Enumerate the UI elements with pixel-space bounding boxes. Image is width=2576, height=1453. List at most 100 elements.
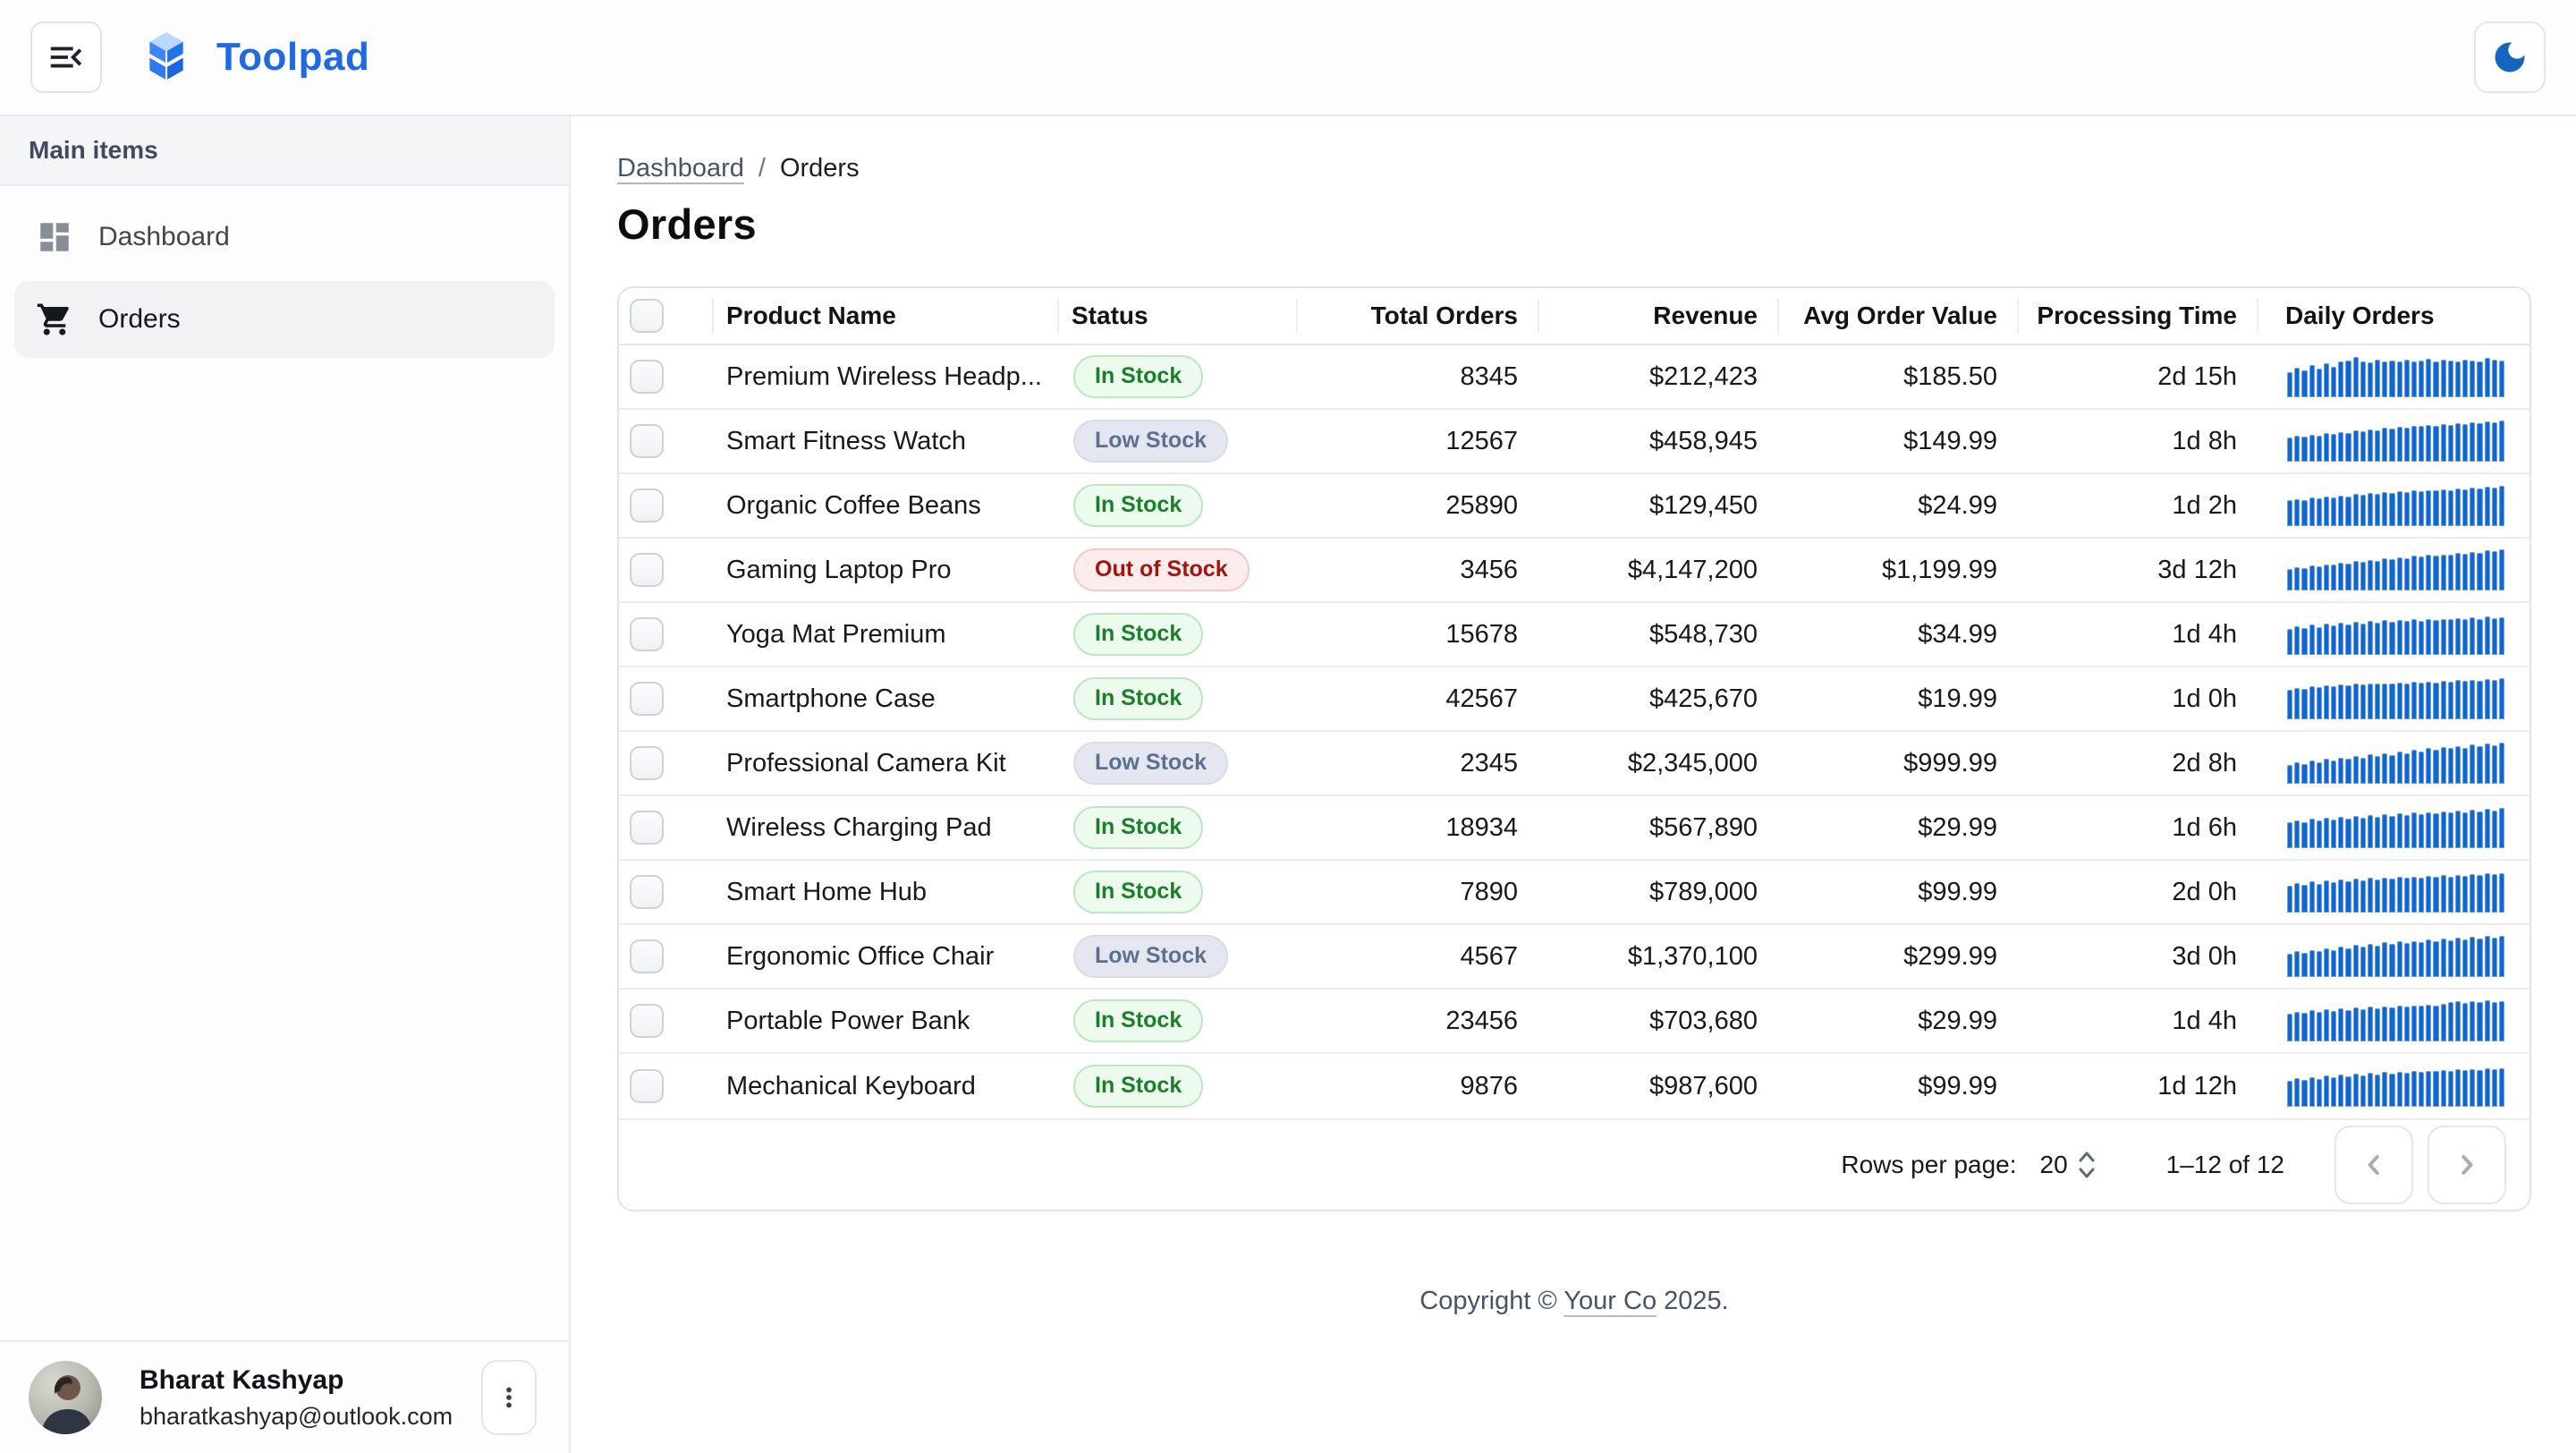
row-checkbox-cell — [619, 875, 712, 909]
sparkline-bar — [2353, 879, 2359, 913]
sparkline-bar — [2404, 815, 2410, 848]
company-link[interactable]: Your Co — [1563, 1287, 1657, 1315]
sparkline-bar — [2455, 811, 2461, 848]
table-row[interactable]: Smartphone CaseIn Stock42567$425,670$19.… — [619, 667, 2529, 732]
sparkline-bar — [2382, 558, 2387, 591]
sparkline-bar — [2324, 433, 2329, 462]
sparkline-bar — [2448, 619, 2453, 655]
table-row[interactable]: Mechanical KeyboardIn Stock9876$987,600$… — [619, 1054, 2529, 1118]
sparkline-bar — [2411, 619, 2417, 655]
sparkline-bar — [2462, 554, 2468, 591]
sparkline-bar — [2492, 745, 2497, 784]
cell-processing-time: 1d 4h — [2017, 620, 2257, 650]
table-row[interactable]: Smart Fitness WatchLow Stock12567$458,94… — [619, 410, 2529, 474]
sparkline-bar — [2324, 565, 2329, 591]
sparkline-bar — [2441, 424, 2446, 462]
sparkline-bar — [2477, 619, 2482, 655]
row-checkbox[interactable] — [630, 875, 664, 909]
table-row[interactable]: Portable Power BankIn Stock23456$703,680… — [619, 990, 2529, 1054]
row-checkbox[interactable] — [630, 617, 664, 651]
cell-avg-order-value: $99.99 — [1777, 878, 2017, 907]
row-checkbox[interactable] — [630, 1069, 664, 1103]
sidebar-item-orders[interactable]: Orders — [14, 281, 555, 358]
sparkline-bar — [2441, 939, 2446, 977]
cell-avg-order-value: $29.99 — [1777, 1007, 2017, 1036]
row-checkbox[interactable] — [630, 939, 664, 973]
table-row[interactable]: Wireless Charging PadIn Stock18934$567,8… — [619, 796, 2529, 861]
cell-processing-time: 3d 12h — [2017, 556, 2257, 585]
sparkline-bar — [2309, 625, 2315, 655]
theme-toggle-button[interactable] — [2474, 21, 2546, 93]
daily-orders-sparkline — [2287, 356, 2504, 397]
sparkline-bar — [2360, 1075, 2366, 1107]
sparkline-bar — [2382, 620, 2387, 655]
row-checkbox-cell — [619, 489, 712, 523]
sparkline-bar — [2492, 551, 2497, 591]
cell-revenue: $4,147,200 — [1538, 556, 1777, 585]
row-checkbox[interactable] — [630, 746, 664, 780]
sparkline-bar — [2419, 621, 2424, 655]
sparkline-bar — [2499, 361, 2504, 397]
previous-page-button[interactable] — [2334, 1126, 2413, 1204]
chevron-left-icon — [2358, 1149, 2390, 1181]
table-row[interactable]: Professional Camera KitLow Stock2345$2,3… — [619, 732, 2529, 796]
sparkline-bar — [2301, 568, 2307, 591]
sparkline-bar — [2433, 941, 2438, 977]
sparkline-bar — [2419, 491, 2424, 526]
row-checkbox[interactable] — [630, 553, 664, 587]
sparkline-bar — [2492, 488, 2497, 526]
sparkline-bar — [2309, 435, 2315, 462]
sparkline-bar — [2301, 370, 2307, 397]
sparkline-bar — [2419, 1072, 2424, 1107]
sparkline-bar — [2426, 1071, 2431, 1107]
column-header-avg-order-value[interactable]: Avg Order Value — [1777, 288, 2017, 344]
sparkline-bar — [2397, 1072, 2402, 1107]
column-header-status[interactable]: Status — [1057, 288, 1296, 344]
cell-total-orders: 25890 — [1296, 491, 1538, 521]
cell-product-name: Wireless Charging Pad — [712, 813, 1057, 843]
sparkline-bar — [2477, 1070, 2482, 1107]
sparkline-bar — [2375, 756, 2380, 784]
chevron-right-icon — [2451, 1149, 2483, 1181]
sparkline-bar — [2287, 1081, 2292, 1107]
row-checkbox[interactable] — [630, 360, 664, 394]
row-checkbox[interactable] — [630, 1004, 664, 1038]
column-header-daily-orders[interactable]: Daily Orders — [2257, 288, 2529, 344]
sparkline-bar — [2324, 759, 2329, 784]
table-row[interactable]: Premium Wireless Headp...In Stock8345$21… — [619, 345, 2529, 410]
sparkline-bar — [2317, 436, 2322, 462]
table-row[interactable]: Yoga Mat PremiumIn Stock15678$548,730$34… — [619, 603, 2529, 667]
sparkline-bar — [2419, 426, 2424, 462]
sparkline-bar — [2368, 1007, 2373, 1041]
table-row[interactable]: Organic Coffee BeansIn Stock25890$129,45… — [619, 474, 2529, 539]
sparkline-bar — [2470, 680, 2475, 719]
sparkline-bar — [2470, 617, 2475, 655]
sidebar-item-label: Orders — [98, 304, 181, 335]
column-header-total-orders[interactable]: Total Orders — [1296, 288, 1538, 344]
cell-status: Low Stock — [1057, 420, 1296, 463]
breadcrumb-link-dashboard[interactable]: Dashboard — [617, 154, 744, 183]
sidebar-item-dashboard[interactable]: Dashboard — [14, 199, 555, 276]
sparkline-bar — [2470, 361, 2475, 397]
sidebar-collapse-button[interactable] — [30, 21, 102, 93]
row-checkbox[interactable] — [630, 682, 664, 716]
table-row[interactable]: Gaming Laptop ProOut of Stock3456$4,147,… — [619, 539, 2529, 603]
column-header-processing-time[interactable]: Processing Time — [2017, 288, 2257, 344]
user-menu-button[interactable] — [481, 1360, 537, 1435]
column-header-revenue[interactable]: Revenue — [1538, 288, 1777, 344]
sparkline-bar — [2324, 363, 2329, 397]
sparkline-bar — [2287, 690, 2292, 719]
brand[interactable]: Toolpad — [138, 29, 369, 86]
column-header-product-name[interactable]: Product Name — [712, 288, 1057, 344]
next-page-button[interactable] — [2428, 1126, 2506, 1204]
select-all-checkbox[interactable] — [630, 299, 664, 333]
row-checkbox[interactable] — [630, 811, 664, 845]
sparkline-bar — [2294, 499, 2300, 526]
rows-per-page-select[interactable]: 20 — [2040, 1150, 2097, 1180]
table-row[interactable]: Smart Home HubIn Stock7890$789,000$99.99… — [619, 861, 2529, 925]
table-row[interactable]: Ergonomic Office ChairLow Stock4567$1,37… — [619, 925, 2529, 990]
sparkline-bar — [2411, 1071, 2417, 1107]
row-checkbox[interactable] — [630, 489, 664, 523]
row-checkbox[interactable] — [630, 424, 664, 458]
sparkline-bar — [2368, 429, 2373, 462]
